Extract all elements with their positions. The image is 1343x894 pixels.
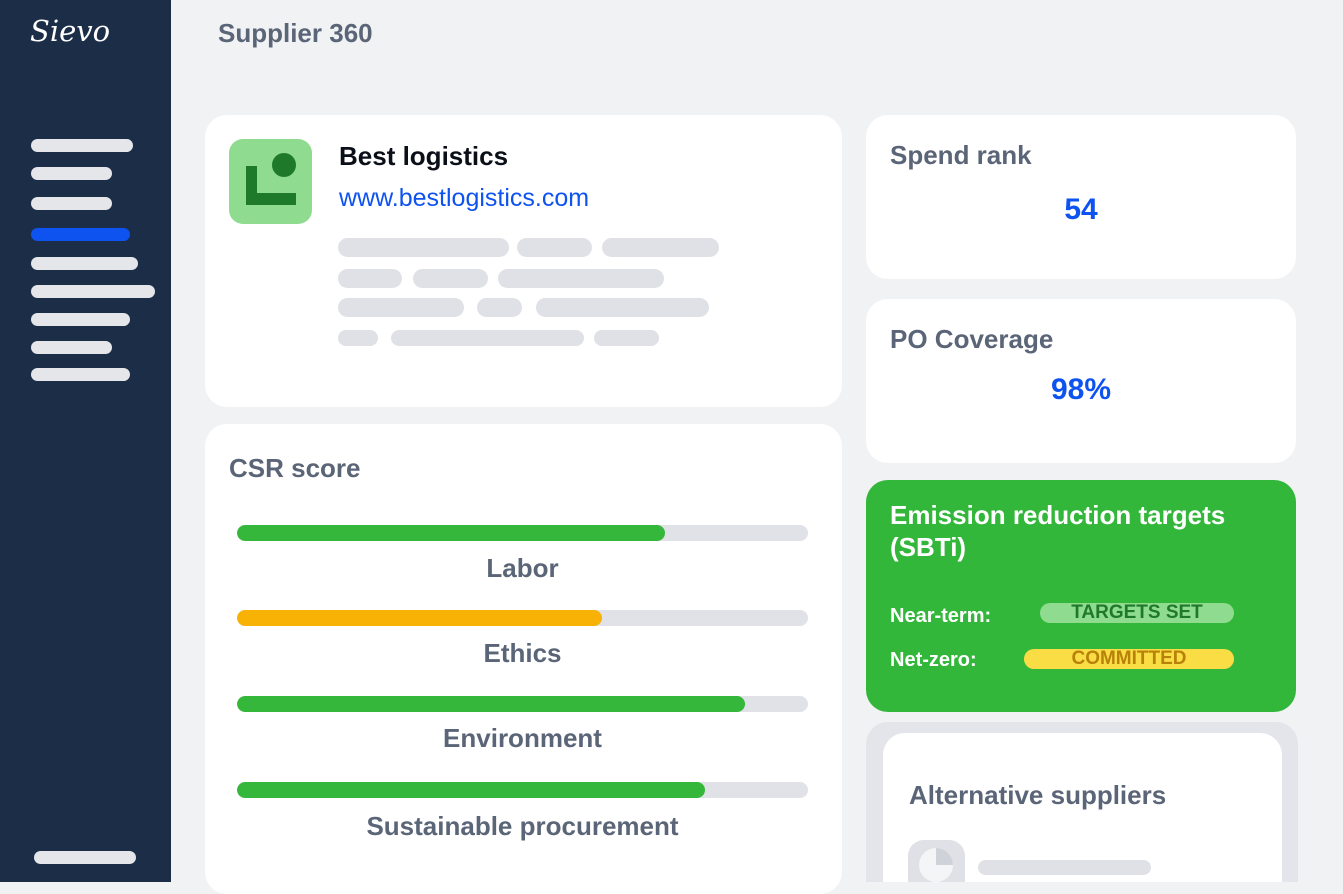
csr-sustainable-procurement-bar — [237, 782, 808, 798]
supplier-website-link[interactable]: www.bestlogistics.com — [339, 184, 589, 213]
csr-score-card: CSR score Labor Ethics Environment Susta… — [205, 424, 842, 894]
nav-item-7[interactable] — [31, 313, 130, 326]
csr-labor-fill — [237, 525, 666, 541]
csr-ethics-label: Ethics — [483, 638, 562, 668]
csr-environment-label: Environment — [443, 723, 602, 753]
alternative-suppliers-stack: Alternative suppliers — [866, 722, 1298, 882]
nav-item-active[interactable] — [31, 228, 130, 241]
alternative-suppliers-title: Alternative suppliers — [909, 780, 1167, 810]
csr-sustainable-procurement-fill — [237, 782, 706, 798]
csr-labor-label: Labor — [486, 553, 559, 583]
nav-item-9[interactable] — [31, 368, 130, 381]
spend-rank-value: 54 — [1064, 193, 1098, 226]
nav-item-bottom[interactable] — [34, 851, 136, 864]
net-zero-label: Net-zero: — [890, 649, 977, 671]
supplier-card: Best logistics www.bestlogistics.com — [205, 115, 842, 407]
near-term-status-badge: TARGETS SET — [1040, 603, 1234, 623]
po-coverage-card: PO Coverage 98% — [866, 299, 1296, 463]
alternative-supplier-avatar — [908, 840, 965, 882]
csr-score-title: CSR score — [229, 453, 361, 483]
spend-rank-title: Spend rank — [890, 140, 1032, 170]
nav-item-6[interactable] — [31, 285, 155, 298]
nav-item-3[interactable] — [31, 197, 112, 210]
sidebar: Sievo — [0, 0, 171, 882]
csr-sustainable-procurement-label: Sustainable procurement — [366, 811, 679, 841]
nav-item-1[interactable] — [31, 139, 133, 152]
sbti-card: Emission reduction targets (SBTi) Near-t… — [866, 480, 1296, 712]
alternative-suppliers-card[interactable]: Alternative suppliers — [883, 733, 1282, 882]
nav-item-5[interactable] — [31, 257, 138, 270]
page-title: Supplier 360 — [218, 18, 373, 48]
net-zero-status-badge: COMMITTED — [1024, 649, 1234, 669]
nav-item-2[interactable] — [31, 167, 112, 180]
nav-item-8[interactable] — [31, 341, 112, 354]
csr-environment-bar — [237, 696, 808, 712]
sbti-title: Emission reduction targets (SBTi) — [890, 500, 1226, 562]
supplier-logo — [229, 139, 312, 224]
near-term-label: Near-term: — [890, 605, 992, 627]
csr-ethics-bar — [237, 610, 808, 626]
csr-environment-fill — [237, 696, 746, 712]
po-coverage-title: PO Coverage — [890, 324, 1054, 354]
pie-chart-icon — [919, 848, 953, 882]
spend-rank-card: Spend rank 54 — [866, 115, 1296, 279]
alternative-supplier-name-placeholder — [978, 860, 1151, 875]
po-coverage-value: 98% — [1050, 373, 1112, 406]
supplier-name: Best logistics — [339, 141, 509, 171]
app-logo[interactable]: Sievo — [30, 14, 110, 48]
csr-labor-bar — [237, 525, 808, 541]
csr-ethics-fill — [237, 610, 603, 626]
